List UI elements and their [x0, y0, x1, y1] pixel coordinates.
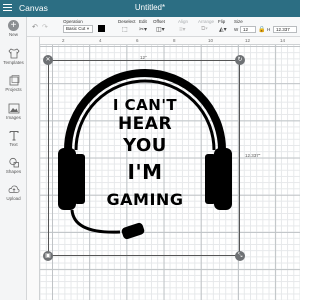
width-input[interactable]: 12: [240, 26, 256, 33]
height-dimension: 12.337": [245, 153, 261, 158]
sidebar-item-text[interactable]: Text: [0, 130, 27, 147]
plus-icon: +: [8, 20, 19, 31]
flip-icon[interactable]: ◭▾: [219, 26, 227, 33]
chevron-down-icon: ▼: [86, 26, 90, 31]
edit-scissors-icon[interactable]: ✂▾: [139, 26, 147, 33]
slogan-line: HEAR: [117, 114, 173, 134]
deselect-icon[interactable]: ⬚: [122, 26, 128, 33]
ruler-tick: 6: [136, 38, 139, 43]
ruler-tick: 2: [62, 38, 65, 43]
flip-label: Flip: [218, 19, 226, 24]
projects-icon: [9, 75, 19, 86]
sidebar-item-upload[interactable]: Upload: [0, 184, 27, 201]
text-icon: [9, 131, 18, 141]
shapes-icon: [8, 157, 19, 168]
left-sidebar: + New Templates Projects Images Text Sha: [0, 17, 27, 300]
ruler-tick: 12: [245, 38, 251, 43]
slogan-line: GAMING: [106, 190, 184, 209]
align-label: Align: [178, 19, 189, 24]
image-icon: [8, 103, 19, 114]
sidebar-item-images[interactable]: Images: [0, 103, 27, 120]
lock-icon[interactable]: 🔒: [258, 26, 265, 33]
headset-design[interactable]: I CAN'T HEAR YOU I'M GAMING: [52, 64, 238, 252]
deselect-label: Deselect: [118, 19, 136, 24]
ruler-tick: 4: [99, 38, 102, 43]
sidebar-item-projects[interactable]: Projects: [0, 75, 27, 92]
ruler-tick: 10: [208, 38, 214, 43]
ruler-tick: 14: [280, 38, 286, 43]
pen-color-swatch[interactable]: [98, 25, 105, 32]
offset-label: Offset: [153, 19, 165, 24]
width-label: W: [234, 27, 239, 32]
align-icon[interactable]: ≡▾: [179, 26, 186, 33]
upload-icon: [8, 185, 19, 193]
slogan-line: I'M: [127, 160, 163, 184]
rotate-handle-icon[interactable]: ↻: [235, 55, 245, 65]
redo-icon[interactable]: ↷: [42, 23, 48, 31]
arrange-label: Arrange: [198, 19, 215, 24]
document-title: Untitled*: [134, 3, 166, 12]
height-label: H: [267, 27, 271, 32]
size-label: Size: [234, 19, 243, 24]
headset-graphic: [58, 69, 232, 240]
slogan-line: I CAN'T: [112, 96, 178, 114]
sidebar-item-templates[interactable]: Templates: [0, 48, 27, 65]
app-bar: Canvas Untitled*: [0, 0, 300, 17]
edit-label: Edit: [139, 19, 147, 24]
height-input[interactable]: 12.337: [273, 26, 297, 33]
operation-select[interactable]: Basic Cut ▼: [63, 25, 93, 33]
edit-toolbar: ↶ ↷ Operation Basic Cut ▼ Deselect ⬚ Edi…: [27, 17, 300, 37]
operation-label: Operation: [63, 19, 83, 24]
sidebar-item-new[interactable]: + New: [0, 20, 27, 37]
arrange-icon[interactable]: ⧉▾: [201, 26, 208, 33]
delete-handle-close-icon[interactable]: ✕: [43, 55, 53, 65]
offset-icon[interactable]: ◫▾: [156, 26, 165, 33]
sidebar-item-shapes[interactable]: Shapes: [0, 157, 27, 174]
shirt-icon: [7, 48, 20, 59]
lock-handle-icon[interactable]: ▣: [43, 251, 53, 261]
vertical-ruler: [27, 37, 40, 300]
undo-icon[interactable]: ↶: [32, 23, 38, 31]
horizontal-ruler: 2 4 6 8 10 12 14 16: [40, 37, 300, 45]
resize-handle-icon[interactable]: ⤡: [235, 251, 245, 261]
slogan-line: YOU: [123, 135, 167, 156]
ruler-tick: 8: [173, 38, 176, 43]
